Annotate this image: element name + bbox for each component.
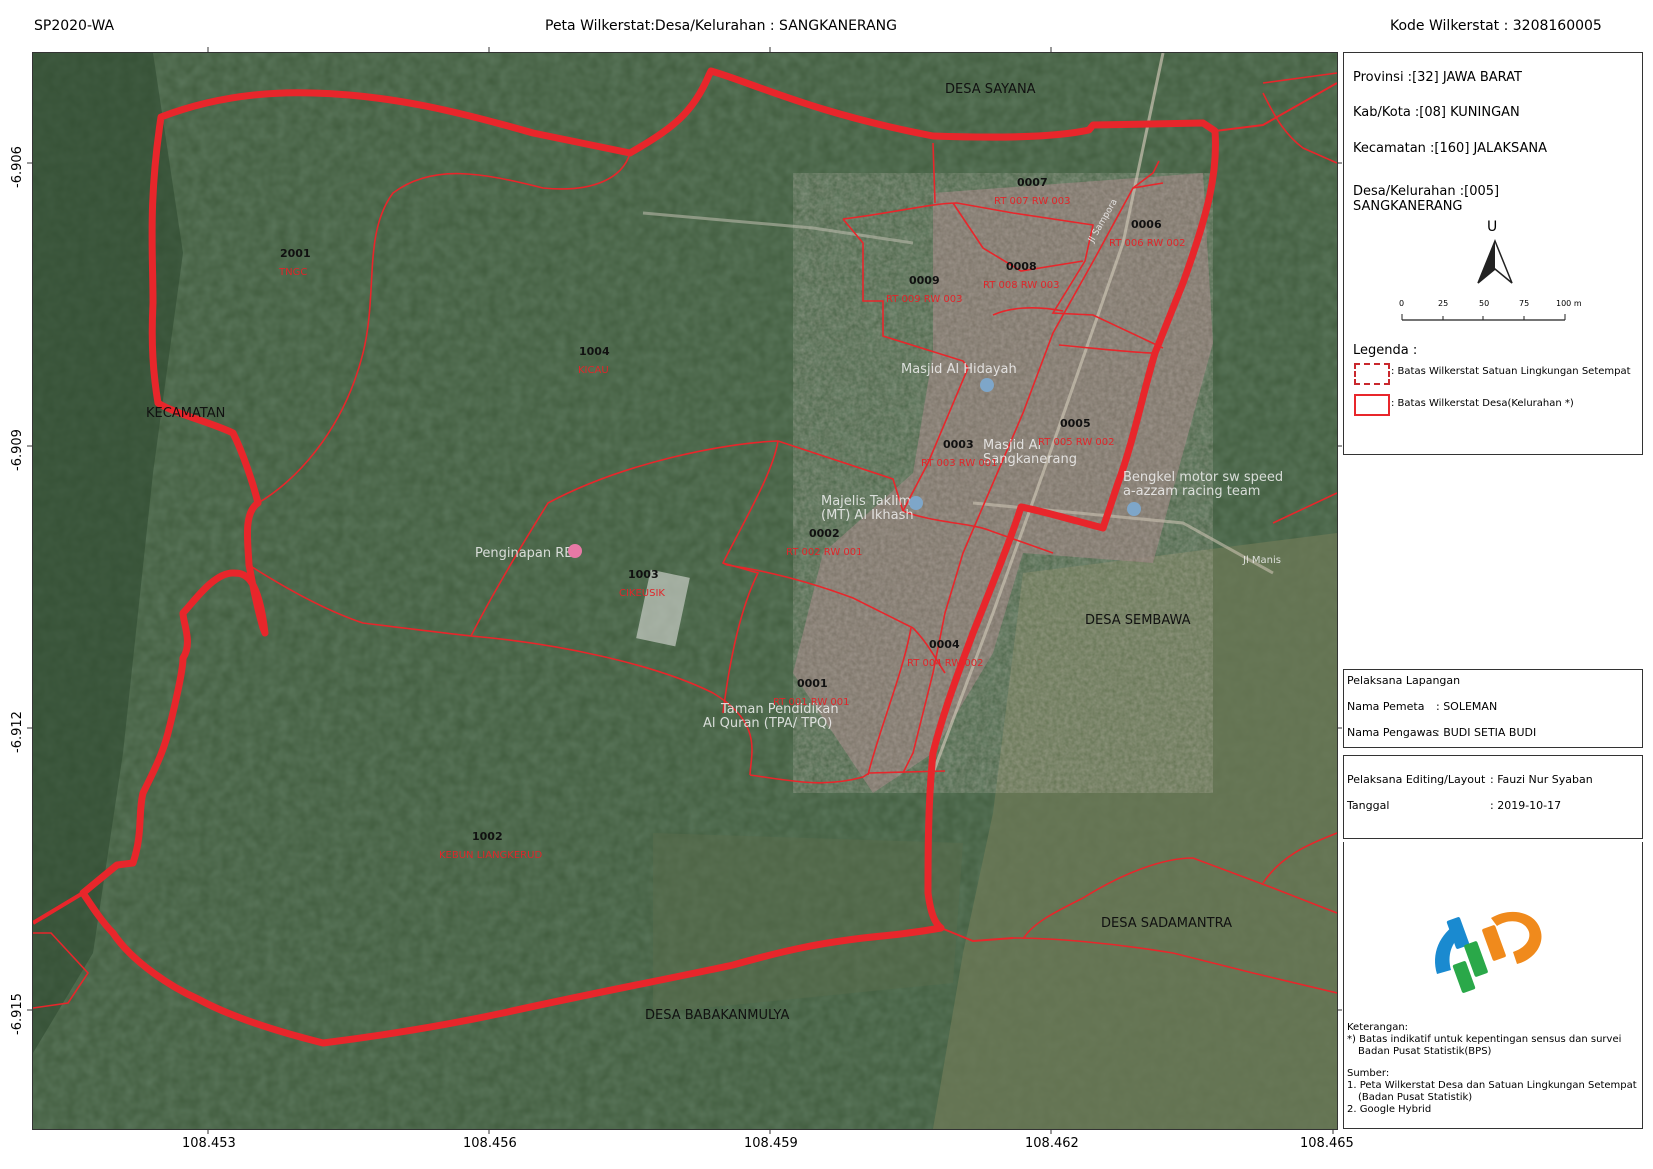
sumber-2: (Badan Pusat Statistik)	[1358, 1092, 1473, 1103]
legend-desa-text: : Batas Wilkerstat Desa(Kelurahan *)	[1391, 398, 1574, 409]
date-label: Tanggal	[1347, 799, 1390, 812]
kabkota-text: Kab/Kota :[08] KUNINGAN	[1353, 105, 1520, 120]
bps-logo	[1435, 911, 1542, 993]
provinsi-text: Provinsi :[32] JAWA BARAT	[1353, 70, 1522, 85]
editing-panel: Pelaksana Editing/Layout : Fauzi Nur Sya…	[1343, 755, 1643, 839]
pengawas-label: Nama Pengawas	[1347, 726, 1439, 739]
x-tick-label: 108.465	[1300, 1136, 1354, 1151]
sumber-1: 1. Peta Wilkerstat Desa dan Satuan Lingk…	[1347, 1080, 1637, 1091]
y-tick-label: -6.906	[10, 146, 25, 188]
notes-panel: Keterangan: *) Batas indikatif untuk kep…	[1343, 842, 1643, 1129]
sumber-3: 2. Google Hybrid	[1347, 1104, 1432, 1115]
scale-label: 25	[1438, 299, 1449, 308]
scale-bar	[1401, 314, 1566, 321]
scale-label: 100 m	[1556, 299, 1582, 308]
y-tick-label: -6.909	[10, 429, 25, 471]
date-value: : 2019-10-17	[1490, 799, 1562, 812]
scale-label: 75	[1519, 299, 1530, 308]
y-tick-label: -6.915	[10, 993, 25, 1035]
legend-sls-swatch	[1354, 363, 1390, 385]
desa-text: Desa/Kelurahan :[005]	[1353, 184, 1500, 199]
pemeta-value: : SOLEMAN	[1436, 700, 1498, 713]
legend-sls-text: : Batas Wilkerstat Satuan Lingkungan Set…	[1391, 366, 1631, 377]
x-tick-label: 108.453	[182, 1136, 236, 1151]
north-label: U	[1487, 219, 1498, 235]
y-tick-label: -6.912	[10, 711, 25, 753]
editor-value: : Fauzi Nur Syaban	[1490, 773, 1593, 786]
pemeta-label: Nama Pemeta	[1347, 700, 1425, 713]
scale-label: 0	[1399, 299, 1405, 308]
keterangan-2: Badan Pusat Statistik(BPS)	[1358, 1046, 1492, 1057]
pengawas-value: : BUDI SETIA BUDI	[1436, 726, 1537, 739]
scale-label: 50	[1479, 299, 1490, 308]
kecamatan-text: Kecamatan :[160] JALAKSANA	[1353, 141, 1547, 156]
legend-desa-swatch	[1354, 394, 1390, 416]
x-tick-label: 108.459	[744, 1136, 798, 1151]
keterangan-1: *) Batas indikatif untuk kepentingan sen…	[1347, 1034, 1622, 1045]
x-tick-label: 108.456	[463, 1136, 517, 1151]
sumber-title: Sumber:	[1347, 1068, 1390, 1079]
north-arrow-icon	[1477, 239, 1513, 284]
x-tick-label: 108.462	[1025, 1136, 1079, 1151]
fieldwork-panel: Pelaksana Lapangan Nama Pemeta : SOLEMAN…	[1343, 669, 1643, 748]
legend-title: Legenda :	[1353, 343, 1418, 358]
editor-label: Pelaksana Editing/Layout	[1347, 773, 1486, 786]
info-panel: Provinsi :[32] JAWA BARAT Kab/Kota :[08]…	[1343, 52, 1643, 455]
desa-name-text: SANGKANERANG	[1353, 199, 1463, 214]
fieldwork-title: Pelaksana Lapangan	[1347, 674, 1461, 687]
keterangan-title: Keterangan:	[1347, 1022, 1409, 1033]
